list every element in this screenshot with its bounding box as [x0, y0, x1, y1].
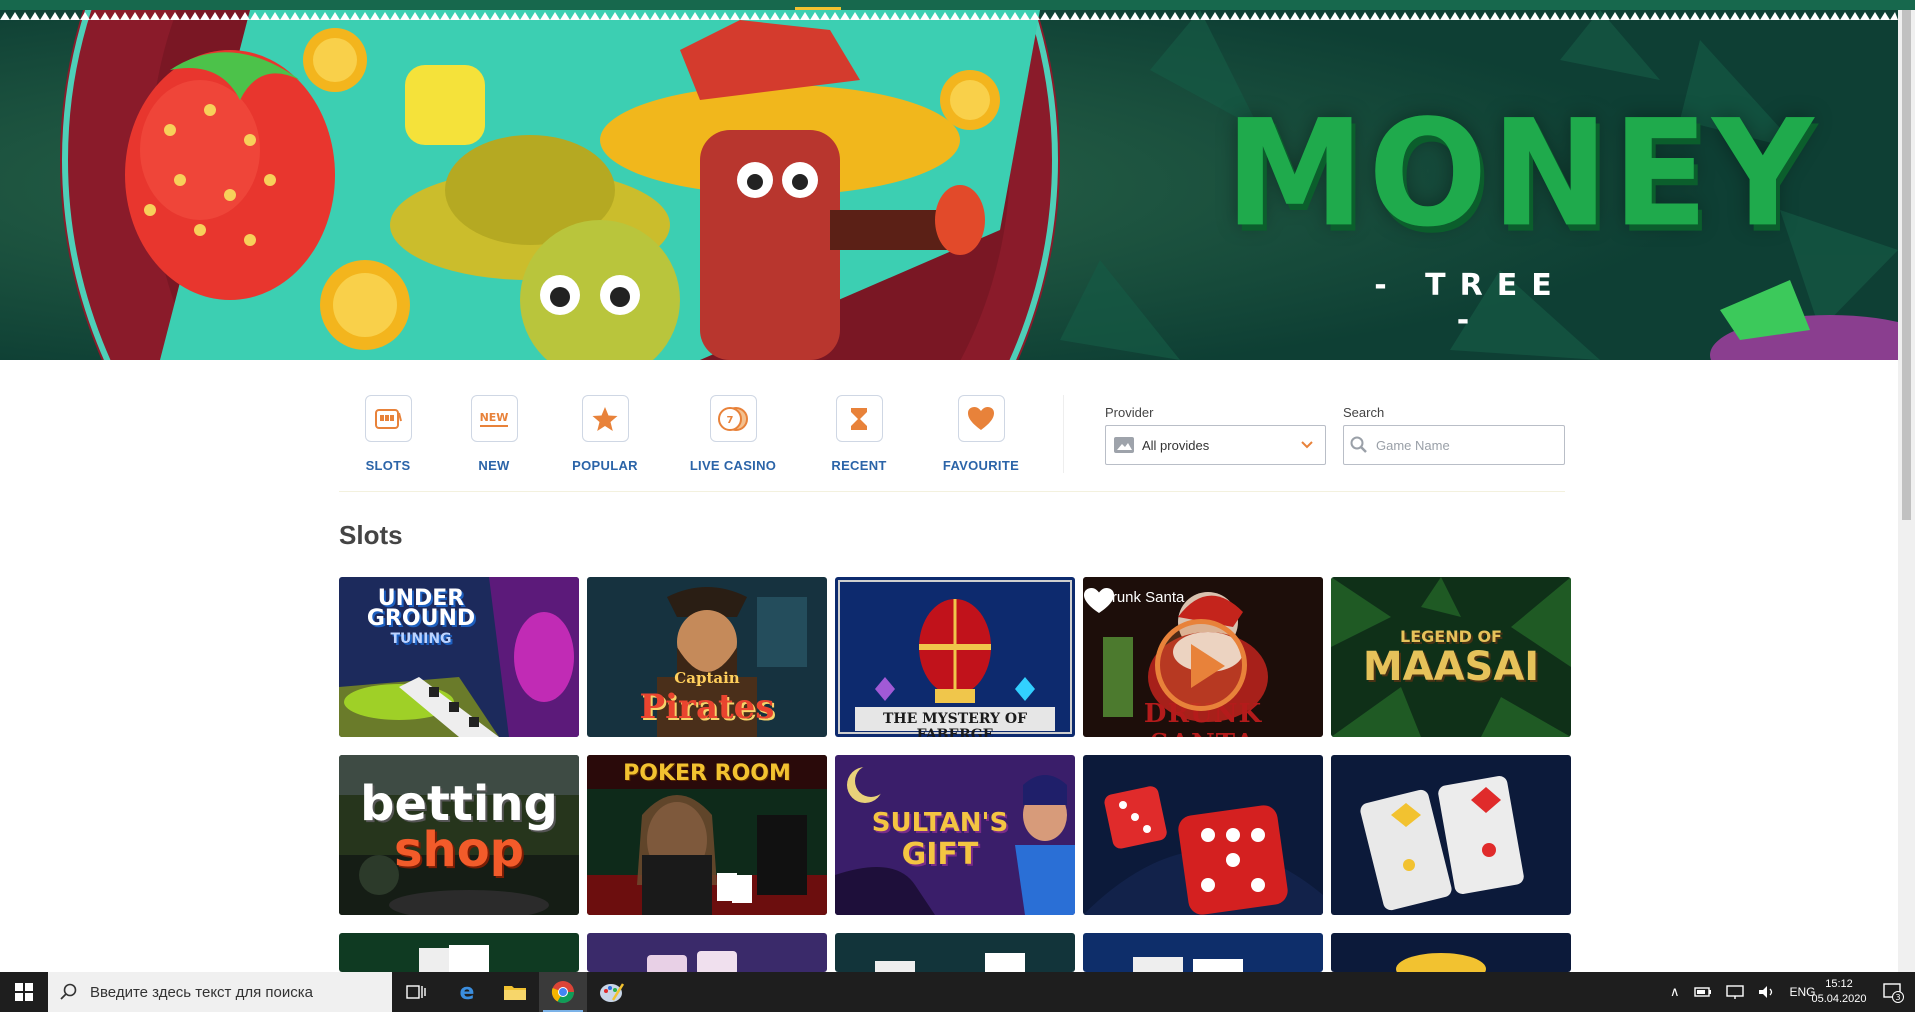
- notification-count: 3: [1895, 993, 1900, 1002]
- game-tile-underground-tuning[interactable]: UNDER GROUND TUNING: [339, 577, 579, 737]
- game-tile-dominoes[interactable]: [1331, 755, 1571, 915]
- search-icon: [60, 983, 77, 1000]
- clock-time: 15:12: [1825, 978, 1853, 990]
- chips-icon: 7: [709, 395, 757, 442]
- search-input[interactable]: [1376, 437, 1556, 453]
- game-tile-drunk-santa[interactable]: DRUNK SANTA Drunk Santa: [1083, 577, 1323, 737]
- svg-text:7: 7: [727, 415, 734, 426]
- game-tile-gold-e[interactable]: [1331, 933, 1571, 972]
- notification-center-icon[interactable]: 3: [1870, 972, 1915, 1012]
- category-slots[interactable]: SLOTS: [333, 395, 443, 473]
- windows-start-button[interactable]: [0, 972, 48, 1012]
- top-strip: [0, 0, 1915, 10]
- game-tile-betting-shop[interactable]: betting shop: [339, 755, 579, 915]
- game-tile-mystery-of-faberge[interactable]: THE MYSTERY OF FABERGE: [835, 577, 1075, 737]
- taskbar-clock[interactable]: 15:12 05.04.2020: [1808, 977, 1870, 1007]
- game-tile-cards-c[interactable]: [835, 933, 1075, 972]
- game-title-line: betting: [360, 776, 558, 832]
- game-tile-legend-of-maasai[interactable]: LEGEND OF MAASAI: [1331, 577, 1571, 737]
- provider-select[interactable]: All provides: [1105, 425, 1326, 465]
- category-live-casino[interactable]: 7 LIVE CASINO: [678, 395, 788, 473]
- task-view-icon[interactable]: [392, 972, 440, 1012]
- category-favourite[interactable]: FAVOURITE: [926, 395, 1036, 473]
- game-title-line: TUNING: [390, 631, 452, 647]
- game-tile-cards-a[interactable]: [339, 933, 579, 972]
- category-label: SLOTS: [365, 458, 411, 473]
- game-title-line: GROUND: [366, 606, 476, 631]
- category-label: LIVE CASINO: [689, 458, 777, 473]
- provider-selected-value: All provides: [1142, 437, 1210, 453]
- category-recent[interactable]: RECENT: [804, 395, 914, 473]
- category-popular[interactable]: POPULAR: [550, 395, 660, 473]
- hourglass-icon: [835, 395, 883, 442]
- game-title-line: SULTAN'S: [871, 808, 1009, 838]
- favourite-heart-icon[interactable]: [1083, 587, 1115, 615]
- game-tile-sultans-gift[interactable]: SULTAN'S GIFT: [835, 755, 1075, 915]
- search-label: Search: [1343, 405, 1385, 420]
- paint-app-icon[interactable]: [588, 972, 636, 1012]
- chevron-down-icon: [1301, 441, 1313, 449]
- game-tile-cards-d[interactable]: [1083, 933, 1323, 972]
- clock-date: 05.04.2020: [1811, 993, 1867, 1005]
- filter-bar-divider: [339, 491, 1565, 492]
- battery-icon[interactable]: [1693, 985, 1712, 999]
- game-title-line: GIFT: [901, 837, 979, 872]
- game-tile-captain-pirates[interactable]: Captain Pirates: [587, 577, 827, 737]
- game-title-line: Pirates: [639, 687, 775, 727]
- page-scrollbar[interactable]: [1898, 10, 1915, 972]
- edge-browser-icon[interactable]: e: [443, 972, 491, 1012]
- file-explorer-icon[interactable]: [491, 972, 539, 1012]
- taskbar-search-box[interactable]: Введите здесь текст для поиска: [48, 972, 392, 1012]
- system-tray: ∧ ENG: [1670, 972, 1816, 1012]
- volume-icon[interactable]: [1758, 985, 1776, 999]
- banner-title: MONEY: [1225, 88, 1818, 261]
- search-icon: [1350, 436, 1367, 453]
- windows-logo-icon: [15, 983, 33, 1001]
- taskbar-search-placeholder: Введите здесь текст для поиска: [90, 983, 313, 1001]
- svg-text:e: e: [460, 980, 475, 1004]
- banner-subtitle: - TREE -: [1374, 268, 1566, 338]
- scrollbar-thumb[interactable]: [1902, 10, 1911, 520]
- category-label: POPULAR: [572, 458, 638, 473]
- new-badge-icon: NEW: [470, 395, 518, 442]
- star-icon: [581, 395, 629, 442]
- nav-divider: [1063, 395, 1064, 473]
- game-tile-poker-room[interactable]: POKER ROOM: [587, 755, 827, 915]
- category-new[interactable]: NEW NEW: [439, 395, 549, 473]
- chrome-browser-icon[interactable]: [539, 972, 587, 1012]
- image-icon: [1114, 437, 1134, 453]
- page: MONEY - TREE - SLOTS NEW NEW POPULAR 7 L…: [0, 0, 1915, 1012]
- hero-banner[interactable]: MONEY - TREE -: [0, 10, 1898, 360]
- game-title-line: Captain: [674, 669, 740, 687]
- game-title-line: POKER ROOM: [623, 761, 791, 786]
- game-tile-dice[interactable]: [1083, 755, 1323, 915]
- play-icon[interactable]: [1155, 619, 1247, 711]
- banner-zigzag-edge: [0, 12, 1898, 20]
- category-label: RECENT: [831, 458, 887, 473]
- category-label: FAVOURITE: [942, 458, 1020, 473]
- game-title-line: shop: [393, 822, 525, 878]
- game-title-line: MAASAI: [1362, 644, 1540, 690]
- provider-label: Provider: [1105, 405, 1154, 420]
- game-tile-dice-b[interactable]: [587, 933, 827, 972]
- network-icon[interactable]: [1725, 985, 1744, 999]
- game-title-line: THE MYSTERY OF FABERGE: [882, 711, 1028, 737]
- category-label: NEW: [478, 458, 510, 473]
- chevron-up-icon[interactable]: ∧: [1670, 984, 1680, 1000]
- windows-taskbar: Введите здесь текст для поиска e ∧ ENG 1…: [0, 972, 1915, 1012]
- new-icon-text: NEW: [480, 411, 509, 424]
- heart-icon: [957, 395, 1005, 442]
- section-title: Slots: [339, 520, 403, 550]
- search-field[interactable]: [1343, 425, 1565, 465]
- slot-machine-icon: [364, 395, 412, 442]
